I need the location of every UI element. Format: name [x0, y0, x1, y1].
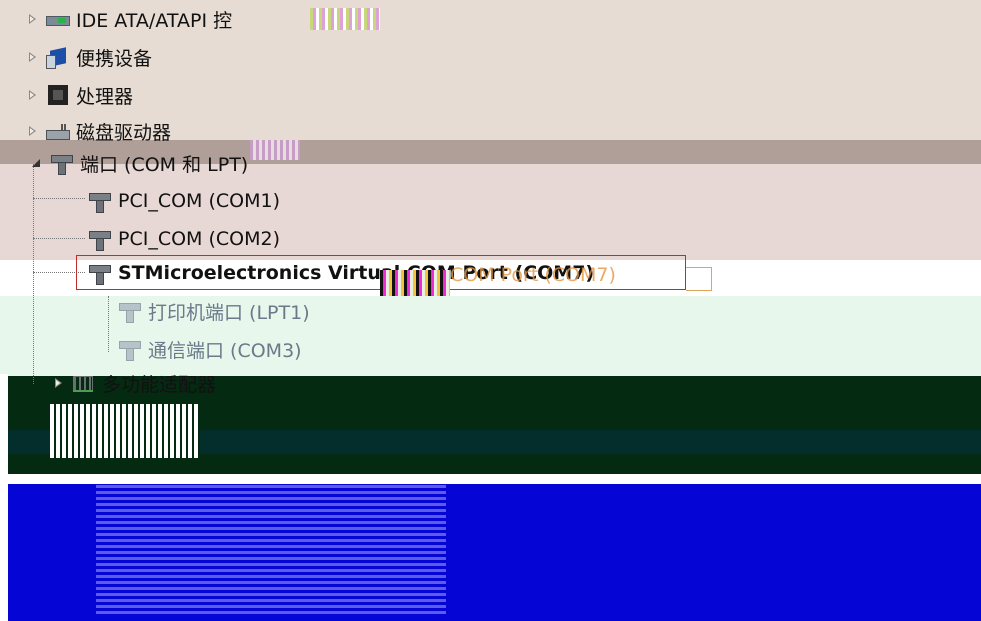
tree-node-portable-devices[interactable]: 便携设备 [26, 42, 152, 72]
processor-icon [44, 84, 70, 106]
expand-arrow-icon[interactable] [26, 51, 38, 63]
tree-node-pci-com2[interactable]: PCI_COM (COM2) [86, 224, 280, 254]
background-left-margin [0, 374, 8, 621]
portable-device-icon [44, 46, 70, 69]
expand-arrow-icon[interactable] [26, 89, 38, 101]
tree-node-lpt1[interactable]: 打印机端口 (LPT1) [116, 296, 310, 326]
corruption-artifact [310, 8, 380, 30]
tree-node-multifunction-adapters[interactable]: 多功能适配器 [52, 368, 216, 398]
disk-drive-icon [44, 120, 70, 142]
tree-node-ports[interactable]: 端口 (COM 和 LPT) [30, 148, 248, 178]
tree-node-label: 端口 (COM 和 LPT) [80, 153, 249, 176]
port-icon [86, 228, 112, 251]
tree-node-pci-com1[interactable]: PCI_COM (COM1) [86, 186, 280, 216]
port-icon [116, 338, 142, 361]
tree-node-label: PCI_COM (COM2) [118, 228, 281, 250]
corruption-artifact [50, 404, 200, 458]
port-icon [48, 152, 74, 175]
tree-guide-line [33, 238, 85, 239]
corruption-artifact [380, 270, 450, 296]
tree-node-processor[interactable]: 处理器 [26, 80, 133, 110]
tree-guide-line [108, 296, 109, 352]
tree-node-label: 打印机端口 (LPT1) [148, 301, 310, 324]
selection-highlight-tail [686, 267, 712, 291]
port-icon [86, 262, 112, 285]
tree-node-label: IDE ATA/ATAPI 控 [76, 9, 233, 32]
tree-node-ide[interactable]: IDE ATA/ATAPI 控 [26, 4, 232, 34]
corruption-artifact [250, 140, 300, 160]
tree-node-com3[interactable]: 通信端口 (COM3) [116, 334, 302, 364]
collapse-arrow-icon[interactable] [30, 157, 42, 169]
ide-controller-icon [44, 8, 70, 30]
expand-arrow-icon[interactable] [26, 13, 38, 25]
expand-arrow-icon[interactable] [52, 377, 64, 389]
port-icon [86, 190, 112, 213]
multifunction-adapter-icon [70, 372, 96, 394]
tree-guide-line [33, 198, 85, 199]
corruption-artifact [96, 484, 446, 614]
tree-node-label: PCI_COM (COM1) [118, 190, 281, 212]
tree-node-label: 磁盘驱动器 [76, 121, 172, 144]
tree-node-label: 多功能适配器 [102, 373, 217, 396]
expand-arrow-icon[interactable] [26, 125, 38, 137]
tree-node-label: 便携设备 [76, 47, 153, 70]
tree-node-label: 处理器 [76, 85, 134, 108]
tree-node-label: 通信端口 (COM3) [148, 339, 302, 362]
port-icon [116, 300, 142, 323]
tree-node-disk-drives[interactable]: 磁盘驱动器 [26, 116, 171, 146]
ghost-label: COM Port (COM7) [450, 264, 616, 286]
tree-guide-line [33, 164, 34, 384]
